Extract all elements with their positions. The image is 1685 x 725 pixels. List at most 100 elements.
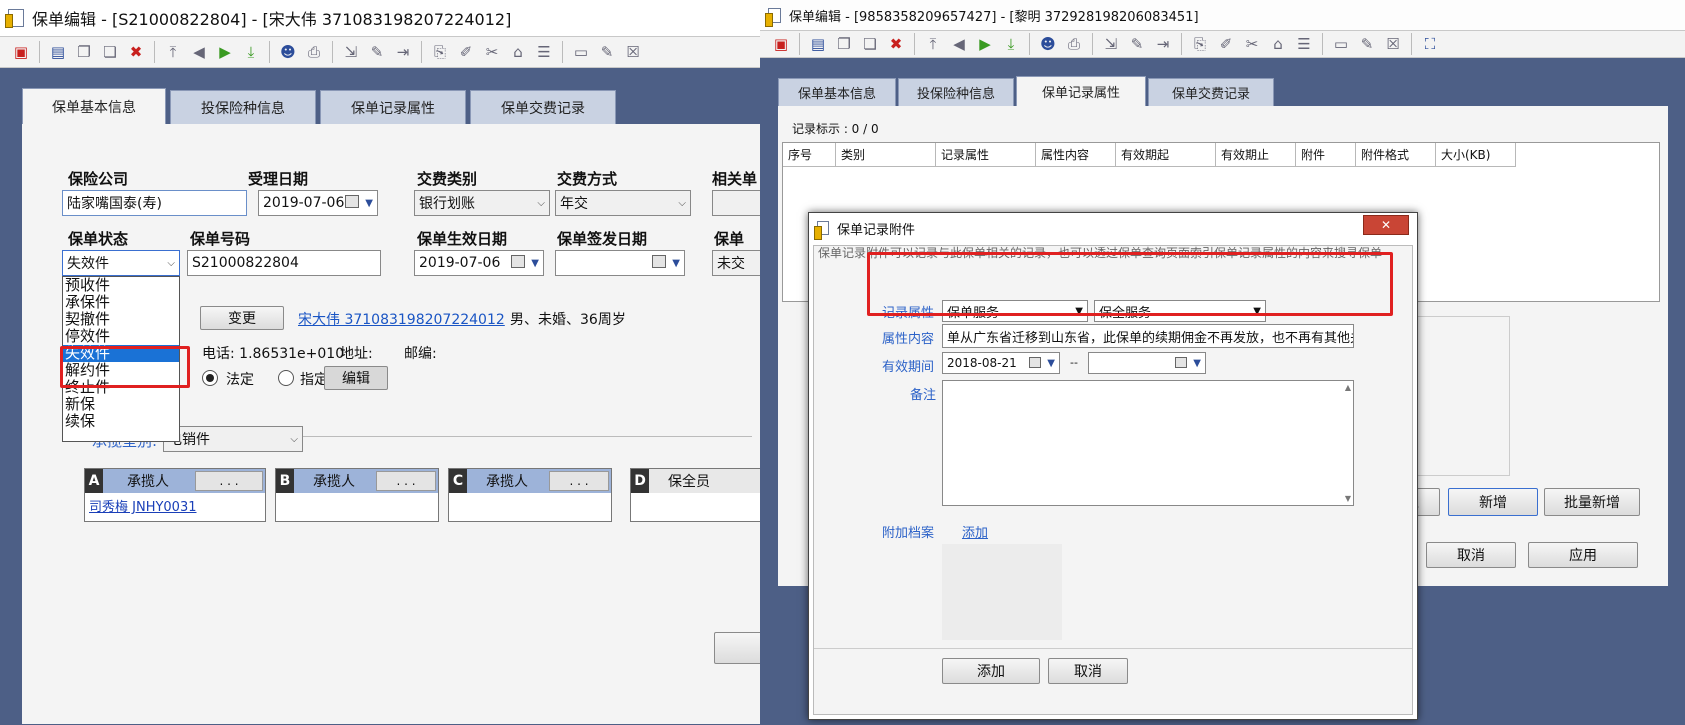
next-record-icon[interactable]: ▶ xyxy=(974,33,996,55)
agent-type-select[interactable]: 电销件 ⌵ xyxy=(163,426,303,452)
edit-icon[interactable]: ✎ xyxy=(1126,33,1148,55)
grid-col-header[interactable]: 有效期止 xyxy=(1216,143,1296,166)
pay-method-select[interactable]: 年交 ⌵ xyxy=(555,190,691,216)
apply-button[interactable]: 应用 xyxy=(1528,542,1638,568)
effective-date-picker[interactable]: 2019-07-06 ▼ xyxy=(414,250,544,276)
policy-extra-field[interactable]: 未交 xyxy=(712,250,760,276)
record-attr-select-1[interactable]: 保单服务 ▼ xyxy=(942,300,1088,322)
status-option[interactable]: 停效件 xyxy=(63,328,179,345)
grid-col-header[interactable]: 大小(KB) xyxy=(1436,143,1516,166)
status-option[interactable]: 新保 xyxy=(63,396,179,413)
grid-col-header[interactable]: 序号 xyxy=(783,143,836,166)
status-option[interactable]: 契撤件 xyxy=(63,311,179,328)
status-option[interactable]: 续保 xyxy=(63,413,179,430)
pen-icon[interactable]: ✐ xyxy=(1215,33,1237,55)
grid-col-header[interactable]: 记录属性 xyxy=(936,143,1036,166)
scroll-up-icon[interactable]: ▲ xyxy=(1345,383,1351,392)
tab-payment-records[interactable]: 保单交费记录 xyxy=(1148,78,1274,106)
page-icon[interactable]: ▭ xyxy=(1330,33,1352,55)
delete-record-icon[interactable]: ▣ xyxy=(770,33,792,55)
pen-icon[interactable]: ✐ xyxy=(455,41,477,63)
tab-basic-info[interactable]: 保单基本信息 xyxy=(778,78,896,106)
add-button[interactable]: 新增 xyxy=(1448,488,1538,516)
close-x-icon[interactable]: ✖ xyxy=(885,33,907,55)
next-record-icon[interactable]: ▶ xyxy=(214,41,236,63)
last-record-icon[interactable]: ⤓ xyxy=(240,41,262,63)
dialog-close-button[interactable]: ✕ xyxy=(1363,215,1409,235)
remove-icon[interactable]: ☒ xyxy=(1382,33,1404,55)
tab-basic-info[interactable]: 保单基本信息 xyxy=(22,88,166,124)
tab-payment-records[interactable]: 保单交费记录 xyxy=(470,90,616,124)
import-icon[interactable]: ⇲ xyxy=(340,41,362,63)
grid-col-header[interactable]: 附件格式 xyxy=(1356,143,1436,166)
filter-icon[interactable]: ⌂ xyxy=(1267,33,1289,55)
export-icon[interactable]: ⇥ xyxy=(1152,33,1174,55)
tab-record-attributes[interactable]: 保单记录属性 xyxy=(320,90,466,124)
filter-icon[interactable]: ⌂ xyxy=(507,41,529,63)
agent-picker-button[interactable]: . . . xyxy=(376,471,436,491)
status-option[interactable]: 预收件 xyxy=(63,277,179,294)
accept-date-picker[interactable]: 2019-07-06 ▼ xyxy=(258,190,378,216)
copy-format-icon[interactable]: ⎘ xyxy=(429,41,451,63)
status-select[interactable]: 失效件 ⌵ xyxy=(62,250,180,276)
list-icon[interactable]: ☰ xyxy=(533,41,555,63)
attachment-add-link[interactable]: 添加 xyxy=(962,522,988,541)
agent-picker-button[interactable]: . . . xyxy=(195,471,263,491)
holder-link[interactable]: 宋大伟 371083198207224012 xyxy=(298,309,505,329)
grid-col-header[interactable]: 类别 xyxy=(836,143,936,166)
copy-format-icon[interactable]: ⎘ xyxy=(1189,33,1211,55)
first-record-icon[interactable]: ⤒ xyxy=(922,33,944,55)
print-icon[interactable]: ⎙ xyxy=(303,41,325,63)
delete-record-icon[interactable]: ▣ xyxy=(10,41,32,63)
pay-type-select[interactable]: 银行划账 ⌵ xyxy=(414,190,550,216)
grid-col-header[interactable]: 有效期起 xyxy=(1116,143,1216,166)
bottom-button-partial[interactable] xyxy=(714,632,760,664)
cut-icon[interactable]: ✂ xyxy=(481,41,503,63)
grid-col-header[interactable]: 属性内容 xyxy=(1036,143,1116,166)
export-icon[interactable]: ⇥ xyxy=(392,41,414,63)
edit-icon[interactable]: ✎ xyxy=(366,41,388,63)
copy-icon[interactable]: ❐ xyxy=(73,41,95,63)
period-end-picker[interactable]: ▼ xyxy=(1088,352,1206,374)
attr-content-input[interactable]: 单从广东省迁移到山东省，此保单的续期佣金不再发放，也不再有其他关系 xyxy=(942,324,1354,348)
user-icon[interactable]: ☻ xyxy=(277,41,299,63)
cut-icon[interactable]: ✂ xyxy=(1241,33,1263,55)
scroll-down-icon[interactable]: ▼ xyxy=(1345,494,1351,503)
tab-insurance-items[interactable]: 投保险种信息 xyxy=(898,78,1014,106)
page-icon[interactable]: ▭ xyxy=(570,41,592,63)
dialog-cancel-button[interactable]: 取消 xyxy=(1048,658,1128,684)
status-option[interactable]: 承保件 xyxy=(63,294,179,311)
grid-col-header[interactable]: 附件 xyxy=(1296,143,1356,166)
user-icon[interactable]: ☻ xyxy=(1037,33,1059,55)
company-input[interactable]: 陆家嘴国泰(寿) xyxy=(62,190,247,216)
record-attr-select-2[interactable]: 保全服务 ▼ xyxy=(1094,300,1266,322)
save-icon[interactable]: ▤ xyxy=(807,33,829,55)
first-record-icon[interactable]: ⤒ xyxy=(162,41,184,63)
cancel-button[interactable]: 取消 xyxy=(1426,542,1516,568)
paste-icon[interactable]: ❏ xyxy=(99,41,121,63)
save-icon[interactable]: ▤ xyxy=(47,41,69,63)
remove-icon[interactable]: ☒ xyxy=(622,41,644,63)
period-start-picker[interactable]: 2018-08-21 ▼ xyxy=(942,352,1060,374)
fullscreen-icon[interactable]: ⛶ xyxy=(1419,33,1441,55)
policy-no-input[interactable]: S21000822804 xyxy=(187,250,381,276)
status-option[interactable]: 解约件 xyxy=(63,362,179,379)
previous-record-icon[interactable]: ◀ xyxy=(188,41,210,63)
agent-a-link[interactable]: 司秀梅 JNHY0031 xyxy=(85,493,265,518)
tab-insurance-items[interactable]: 投保险种信息 xyxy=(170,90,316,124)
change-button[interactable]: 变更 xyxy=(200,306,284,330)
paste-icon[interactable]: ❏ xyxy=(859,33,881,55)
note-icon[interactable]: ✎ xyxy=(596,41,618,63)
previous-record-icon[interactable]: ◀ xyxy=(948,33,970,55)
note-icon[interactable]: ✎ xyxy=(1356,33,1378,55)
print-icon[interactable]: ⎙ xyxy=(1063,33,1085,55)
edit-beneficiary-button[interactable]: 编辑 xyxy=(324,366,388,390)
import-icon[interactable]: ⇲ xyxy=(1100,33,1122,55)
tab-record-attributes[interactable]: 保单记录属性 xyxy=(1016,76,1146,106)
radio-assigned[interactable] xyxy=(278,370,294,386)
related-field[interactable] xyxy=(712,190,760,216)
agent-picker-button[interactable]: . . . xyxy=(549,471,609,491)
copy-icon[interactable]: ❐ xyxy=(833,33,855,55)
list-icon[interactable]: ☰ xyxy=(1293,33,1315,55)
dialog-add-button[interactable]: 添加 xyxy=(942,658,1040,684)
